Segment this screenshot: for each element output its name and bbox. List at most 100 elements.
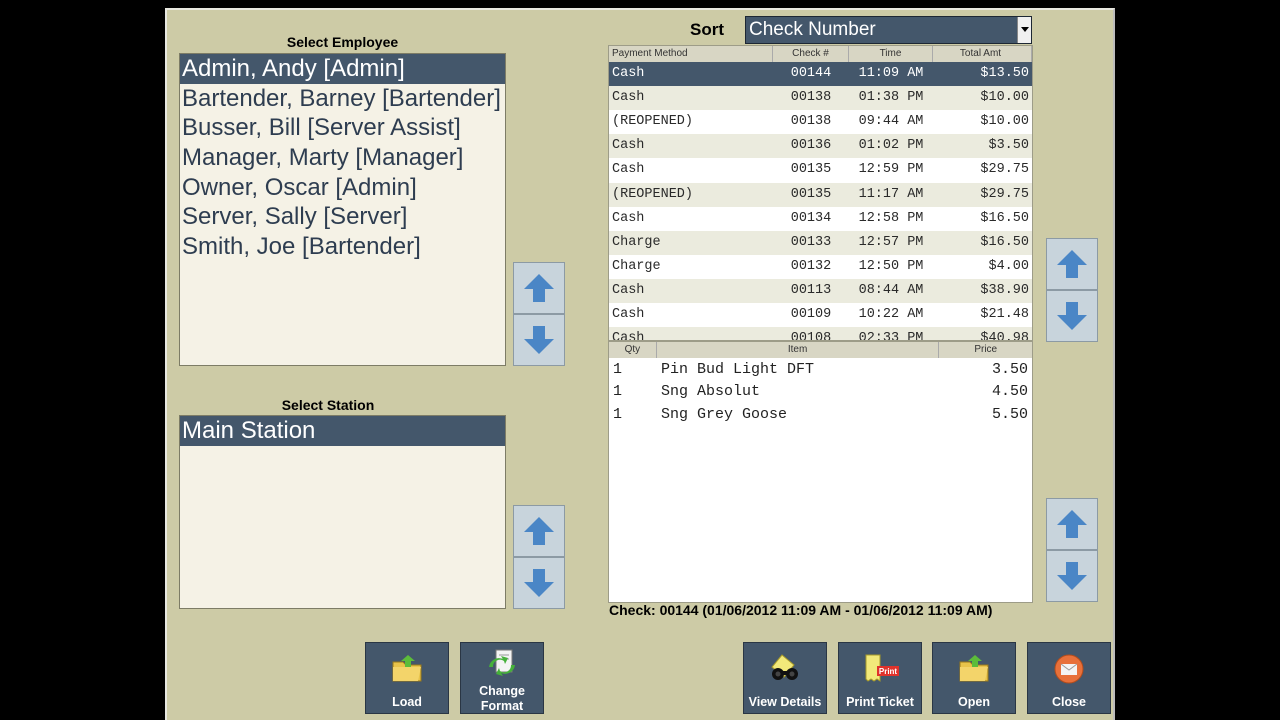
list-item[interactable]: Manager, Marty [Manager] — [180, 143, 505, 173]
check-row[interactable]: Cash 00138 01:38 PM $10.00 — [609, 86, 1032, 111]
total-amount-cell: $10.00 — [980, 114, 1029, 130]
time-cell: 10:22 AM — [858, 307, 924, 322]
check-row[interactable]: Cash 00136 01:02 PM $3.50 — [609, 134, 1032, 159]
list-item[interactable]: Server, Sally [Server] — [180, 202, 505, 232]
items-scroll-up-button[interactable] — [1046, 498, 1098, 550]
check-item-row[interactable]: 1 Sng Absolut 4.50 — [609, 381, 1032, 403]
check-row[interactable]: Cash 00144 11:09 AM $13.50 — [609, 62, 1032, 86]
open-folder-icon — [959, 655, 989, 682]
sort-value: Check Number — [749, 19, 876, 40]
chevron-down-icon[interactable] — [1017, 17, 1031, 43]
item-qty-cell: 1 — [613, 361, 623, 378]
total-amount-cell: $16.50 — [980, 210, 1029, 226]
time-cell: 11:17 AM — [858, 186, 924, 202]
arrow-down-icon — [524, 569, 554, 597]
employee-list[interactable]: Admin, Andy [Admin] Bartender, Barney [Ba… — [179, 53, 506, 366]
sort-dropdown[interactable]: Check Number — [745, 16, 1032, 44]
check-number-cell: 00135 — [790, 162, 832, 178]
list-item[interactable]: Admin, Andy [Admin] — [180, 54, 505, 84]
check-number-cell: 00138 — [790, 114, 832, 130]
print-icon-text: Print — [879, 667, 898, 676]
list-item[interactable]: Owner, Oscar [Admin] — [180, 173, 505, 203]
header-payment-method: Payment Method — [609, 46, 773, 62]
time-cell: 11:09 AM — [858, 66, 924, 81]
item-name-cell: Sng Absolut — [661, 383, 761, 401]
time-cell: 12:59 PM — [858, 162, 924, 178]
check-number-cell: 00133 — [790, 234, 832, 250]
checks-table-header: Payment Method Check # Time Total Amt — [609, 46, 1032, 62]
header-item: Item — [657, 342, 940, 358]
station-list[interactable]: Main Station — [179, 415, 506, 609]
list-item[interactable]: Smith, Joe [Bartender] — [180, 232, 505, 262]
payment-method-cell: (REOPENED) — [612, 114, 694, 130]
payment-method-cell: Cash — [612, 307, 645, 322]
print-ticket-label: Print Ticket — [846, 695, 914, 709]
arrow-down-icon — [524, 326, 554, 354]
checks-scroll-up-button[interactable] — [1046, 238, 1098, 290]
total-amount-cell: $40.98 — [980, 331, 1029, 341]
check-row[interactable]: Cash 00134 12:58 PM $16.50 — [609, 207, 1032, 231]
check-row[interactable]: Cash 00109 10:22 AM $21.48 — [609, 303, 1032, 327]
view-details-label: View Details — [748, 695, 822, 709]
check-row[interactable]: Charge 00133 12:57 PM $16.50 — [609, 230, 1032, 255]
check-number-cell: 00134 — [790, 210, 832, 226]
view-details-button[interactable]: View Details — [743, 642, 827, 714]
select-station-caption: Select Station — [281, 397, 375, 413]
payment-method-cell: Cash — [612, 138, 645, 154]
employee-scroll-down-button[interactable] — [513, 314, 565, 366]
check-items-table[interactable]: Qty Item Price 1 Pin Bud Light DFT 3.50 1 Sn… — [608, 341, 1033, 603]
list-item[interactable]: Busser, Bill [Server Assist] — [180, 113, 505, 143]
list-item[interactable]: Main Station — [180, 416, 505, 446]
total-amount-cell: $3.50 — [988, 138, 1029, 154]
station-scroll-up-button[interactable] — [513, 505, 565, 557]
print-ticket-button[interactable]: Print Print Ticket — [838, 642, 922, 714]
payment-method-cell: (REOPENED) — [612, 186, 694, 202]
check-row[interactable]: Charge 00132 12:50 PM $4.00 — [609, 255, 1032, 279]
items-scroll-down-button[interactable] — [1046, 550, 1098, 602]
station-scroll-down-button[interactable] — [513, 557, 565, 609]
employee-scroll-up-button[interactable] — [513, 262, 565, 314]
check-row[interactable]: Cash 00108 02:33 PM $40.98 — [609, 327, 1032, 341]
print-ticket-icon: Print — [865, 654, 899, 682]
total-amount-cell: $10.00 — [980, 90, 1029, 106]
total-amount-cell: $29.75 — [980, 186, 1029, 202]
arrow-up-icon — [1057, 510, 1087, 538]
change-format-label: Change Format — [479, 684, 525, 713]
arrow-down-icon — [1057, 562, 1087, 590]
check-item-row[interactable]: 1 Pin Bud Light DFT 3.50 — [609, 359, 1032, 381]
item-qty-cell: 1 — [613, 405, 623, 423]
time-cell: 01:02 PM — [858, 138, 924, 154]
arrow-up-icon — [524, 274, 554, 302]
total-amount-cell: $21.48 — [980, 307, 1029, 322]
payment-method-cell: Cash — [612, 331, 645, 341]
payment-method-cell: Charge — [612, 234, 661, 250]
load-button[interactable]: Load — [365, 642, 449, 714]
check-number-cell: 00132 — [790, 258, 832, 274]
time-cell: 12:50 PM — [858, 258, 924, 274]
payment-method-cell: Cash — [612, 90, 645, 106]
check-row[interactable]: (REOPENED) 00135 11:17 AM $29.75 — [609, 182, 1032, 207]
payment-method-cell: Cash — [612, 162, 645, 178]
item-qty-cell: 1 — [613, 383, 623, 401]
open-button[interactable]: Open — [932, 642, 1016, 714]
check-row[interactable]: Cash 00135 12:59 PM $29.75 — [609, 158, 1032, 182]
check-number-cell: 00136 — [790, 138, 832, 154]
checks-table[interactable]: Payment Method Check # Time Total Amt Ca… — [608, 45, 1033, 341]
close-button[interactable]: Close — [1027, 642, 1111, 714]
payment-method-cell: Charge — [612, 258, 661, 274]
total-amount-cell: $29.75 — [980, 162, 1029, 178]
change-format-button[interactable]: Change Format — [460, 642, 544, 714]
check-row[interactable]: Cash 00113 08:44 AM $38.90 — [609, 278, 1032, 303]
open-label: Open — [958, 695, 990, 709]
arrow-up-icon — [524, 517, 554, 545]
checks-scroll-down-button[interactable] — [1046, 290, 1098, 342]
time-cell: 01:38 PM — [858, 90, 924, 106]
header-price: Price — [974, 344, 998, 355]
list-item[interactable]: Bartender, Barney [Bartender] — [180, 84, 505, 114]
total-amount-cell: $38.90 — [980, 282, 1029, 298]
check-row[interactable]: (REOPENED) 00138 09:44 AM $10.00 — [609, 110, 1032, 134]
check-info-text: Check: 00144 (01/06/2012 11:09 AM - 01/0… — [609, 602, 993, 618]
total-amount-cell: $13.50 — [980, 66, 1029, 81]
payment-method-cell: Cash — [612, 282, 645, 298]
check-item-row[interactable]: 1 Sng Grey Goose 5.50 — [609, 404, 1032, 426]
